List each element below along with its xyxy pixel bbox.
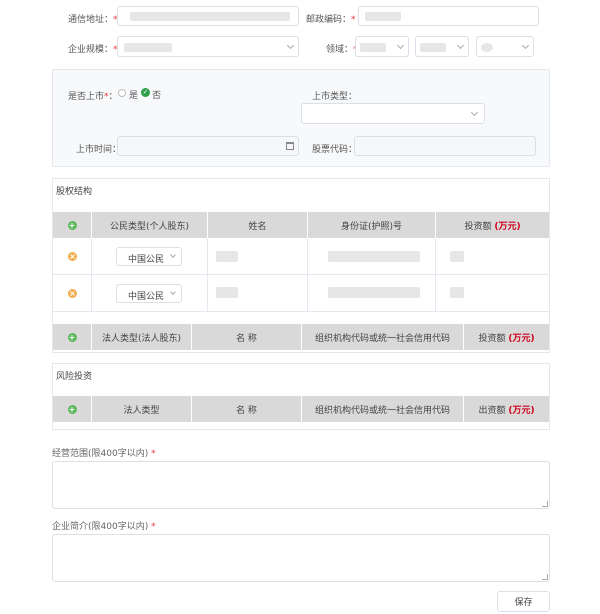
col-citizen-type: 公民类型(个人股东) (92, 212, 208, 238)
delete-row-icon[interactable]: × (68, 252, 77, 261)
stock-code-input[interactable] (354, 136, 536, 156)
add-individual-button[interactable]: + (53, 212, 92, 238)
table-row: × 中国公民 (53, 238, 549, 275)
add-corporate-button[interactable]: + (53, 324, 92, 350)
col-org-code: 组织机构代码或统一社会信用代码 (302, 324, 464, 350)
plus-icon: + (67, 220, 77, 230)
listing-type-label: 上市类型： (312, 92, 358, 102)
individual-header: + 公民类型(个人股东) 姓名 身份证(护照)号 投资额 (万元) (53, 212, 549, 238)
radio-yes[interactable] (118, 89, 126, 97)
postcode-label: 邮政编码：* (306, 15, 356, 25)
listing-time-input[interactable] (117, 136, 299, 156)
calendar-icon (286, 142, 294, 150)
col-venture-name: 名 称 (192, 396, 302, 422)
chevron-down-icon (396, 41, 405, 50)
business-scope-label: 经营范围(限400字以内) * (52, 449, 156, 459)
domain-select-1[interactable] (355, 36, 409, 57)
col-venture-org-code: 组织机构代码或统一社会信用代码 (302, 396, 464, 422)
domain-select-2[interactable] (415, 36, 469, 57)
listing-time-label: 上市时间： (76, 145, 121, 155)
chevron-down-icon (456, 41, 465, 50)
radio-no-label: 否 (152, 91, 162, 101)
resize-handle-icon[interactable] (542, 574, 548, 580)
address-label: 通信地址：* (68, 15, 118, 25)
corporate-header: + 法人类型(法人股东) 名 称 组织机构代码或统一社会信用代码 投资额 (万元… (53, 324, 549, 350)
postcode-input[interactable] (358, 6, 539, 26)
domain-select-3[interactable] (476, 36, 534, 57)
chevron-down-icon (521, 41, 530, 50)
equity-title: 股权结构 (56, 187, 93, 197)
col-corp-name: 名 称 (192, 324, 302, 350)
business-scope-textarea[interactable] (52, 461, 550, 509)
scale-label: 企业规模：* (68, 45, 118, 55)
address-input[interactable] (117, 6, 299, 26)
resize-handle-icon[interactable] (542, 501, 548, 507)
stock-code-label: 股票代码： (312, 145, 358, 155)
chevron-down-icon (470, 108, 479, 117)
listed-label: 是否上市*： (68, 92, 118, 102)
citizen-type-select[interactable]: 中国公民 (116, 284, 182, 303)
scale-select[interactable] (117, 36, 299, 57)
delete-row-icon[interactable]: × (68, 289, 77, 298)
profile-label: 企业简介(限400字以内) * (52, 522, 156, 532)
col-venture-type: 法人类型 (92, 396, 192, 422)
col-name: 姓名 (208, 212, 308, 238)
chevron-down-icon (170, 252, 176, 258)
table-row: × 中国公民 (53, 275, 549, 312)
col-venture-amount: 出资额 (万元) (478, 405, 535, 416)
col-investment: 投资额 (万元) (464, 221, 521, 232)
col-id-number: 身份证(护照)号 (308, 212, 436, 238)
add-venture-button[interactable]: + (53, 396, 92, 422)
radio-no-checked-icon[interactable]: ✓ (141, 88, 150, 97)
save-button[interactable]: 保存 (497, 591, 550, 612)
venture-title: 风险投资 (56, 372, 93, 382)
citizen-type-select[interactable]: 中国公民 (116, 247, 182, 266)
profile-textarea[interactable] (52, 534, 550, 582)
venture-header: + 法人类型 名 称 组织机构代码或统一社会信用代码 出资额 (万元) (53, 396, 549, 422)
listing-type-select[interactable] (301, 103, 485, 124)
chevron-down-icon (170, 289, 176, 295)
plus-icon: + (67, 404, 77, 414)
plus-icon: + (67, 332, 77, 342)
chevron-down-icon (286, 41, 295, 50)
radio-yes-label: 是 (129, 91, 139, 101)
col-corp-type: 法人类型(法人股东) (92, 324, 192, 350)
domain-label: 领域：* (326, 45, 358, 55)
col-corp-investment: 投资额 (万元) (478, 333, 535, 344)
